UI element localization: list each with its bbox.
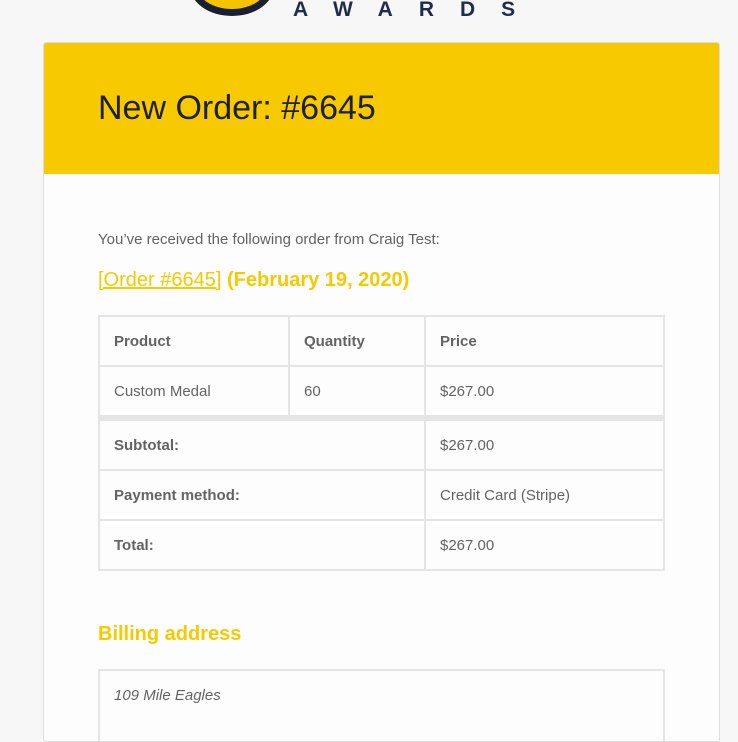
email-card: New Order: #6645 You’ve received the fol… [43, 42, 720, 742]
email-header: New Order: #6645 [44, 43, 719, 174]
cell-price: $267.00 [424, 365, 665, 419]
subtotal-row: Subtotal: $267.00 [98, 415, 665, 471]
payment-method-label: Payment method: [98, 469, 426, 521]
table-header-row: Product Quantity Price [98, 315, 665, 367]
billing-heading: Billing address [98, 623, 242, 645]
subtotal-value: $267.00 [424, 415, 665, 471]
payment-method-value: Credit Card (Stripe) [424, 469, 665, 521]
total-value: $267.00 [424, 519, 665, 571]
cell-quantity: 60 [288, 365, 426, 419]
page-title: New Order: #6645 [98, 89, 376, 127]
order-table: Product Quantity Price Custom Medal 60 $… [98, 315, 665, 571]
column-header-product: Product [98, 315, 290, 367]
column-header-price: Price [424, 315, 665, 367]
intro-text: You’ve received the following order from… [98, 231, 440, 248]
order-link[interactable]: [Order #6645] [98, 269, 221, 291]
table-row: Custom Medal 60 $267.00 [98, 365, 665, 419]
subtotal-label: Subtotal: [98, 415, 426, 471]
payment-method-row: Payment method: Credit Card (Stripe) [98, 469, 665, 521]
total-label: Total: [98, 519, 426, 571]
cell-product: Custom Medal [98, 365, 290, 419]
total-row: Total: $267.00 [98, 519, 665, 571]
billing-address-box: 109 Mile Eagles [98, 669, 665, 741]
logo-emblem-icon [190, 0, 274, 16]
order-heading: [Order #6645] (February 19, 2020) [98, 269, 409, 292]
order-date: (February 19, 2020) [226, 269, 410, 291]
column-header-quantity: Quantity [288, 315, 426, 367]
logo-text: AWARDS [293, 0, 542, 21]
logo: AWARDS [0, 0, 738, 40]
